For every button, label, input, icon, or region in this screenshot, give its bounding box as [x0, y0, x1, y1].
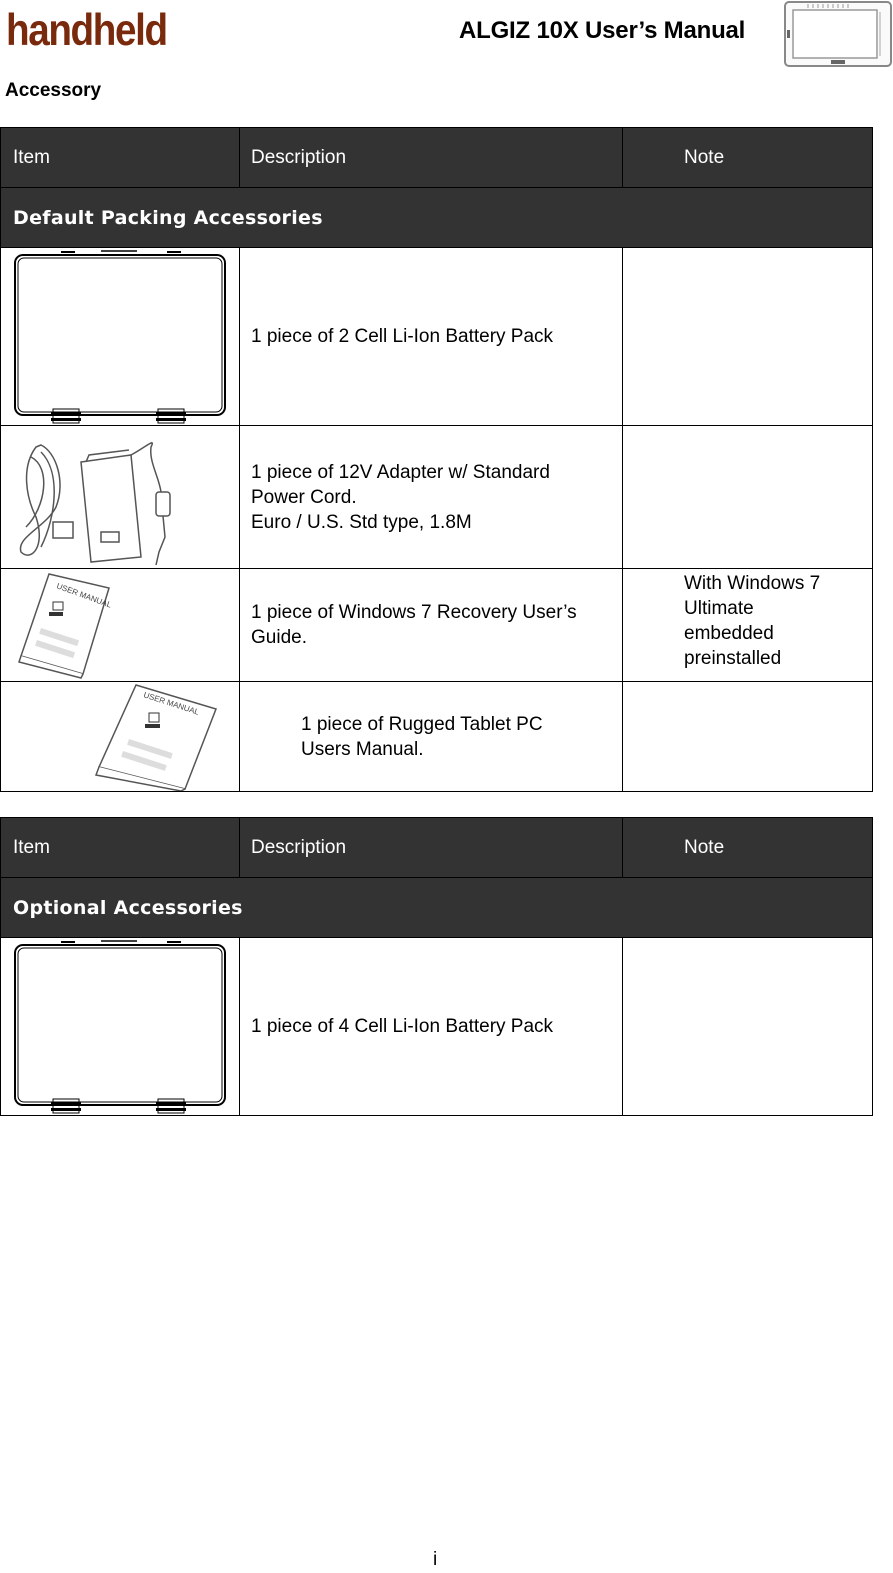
- battery-pack-icon: [1, 249, 239, 425]
- item-image-cell: [0, 425, 240, 569]
- group-label: Optional Accessories: [0, 877, 873, 938]
- brand-logo: handheld: [6, 4, 168, 55]
- table-header-row: Item Description Note: [0, 817, 873, 878]
- note-line: With Windows 7: [684, 573, 821, 594]
- item-note: [622, 425, 873, 569]
- optional-accessories-table: Item Description Note Optional Accessori…: [0, 817, 873, 1116]
- column-header-item: Item: [0, 817, 240, 878]
- item-description: 1 piece of Windows 7 Recovery User’s Gui…: [239, 568, 623, 682]
- description-line: Euro / U.S. Std type, 1.8M: [251, 511, 472, 533]
- group-label: Default Packing Accessories: [0, 187, 873, 248]
- description-line: 1 piece of 12V Adapter w/ Standard: [251, 461, 550, 483]
- item-description: 1 piece of 4 Cell Li-Ion Battery Pack: [239, 937, 623, 1116]
- description-line: 1 piece of Rugged Tablet PC: [301, 713, 543, 735]
- user-manual-icon: USER MANUAL: [1, 683, 239, 791]
- item-image-cell: [0, 247, 240, 426]
- item-description: 1 piece of 2 Cell Li-Ion Battery Pack: [239, 247, 623, 426]
- item-image-cell: USER MANUAL: [0, 568, 240, 682]
- table-row: 1 piece of 4 Cell Li-Ion Battery Pack: [0, 937, 873, 1116]
- item-image-cell: [0, 937, 240, 1116]
- item-description: 1 piece of Rugged Tablet PC Users Manual…: [239, 681, 623, 792]
- description-line: Users Manual.: [301, 738, 424, 760]
- item-image-cell: USER MANUAL: [0, 681, 240, 792]
- column-header-note: Note: [622, 127, 873, 188]
- column-header-description: Description: [239, 817, 623, 878]
- page-number: i: [433, 1549, 438, 1570]
- note-line: preinstalled: [684, 648, 782, 669]
- battery-pack-icon: [1, 939, 239, 1115]
- group-row: Default Packing Accessories: [0, 187, 873, 248]
- note-line: embedded: [684, 623, 774, 644]
- default-accessories-table: Item Description Note Default Packing Ac…: [0, 127, 873, 792]
- column-header-item: Item: [0, 127, 240, 188]
- document-title: ALGIZ 10X User’s Manual: [459, 17, 746, 44]
- tablet-device-icon: [783, 0, 893, 70]
- item-note: [622, 681, 873, 792]
- group-row: Optional Accessories: [0, 877, 873, 938]
- item-note: [622, 937, 873, 1116]
- column-header-note: Note: [622, 817, 873, 878]
- section-title: Accessory: [5, 80, 102, 101]
- table-row: USER MANUAL 1 piece of Rugged Tablet PC …: [0, 681, 873, 792]
- column-header-description: Description: [239, 127, 623, 188]
- table-row: 1 piece of 2 Cell Li-Ion Battery Pack: [0, 247, 873, 426]
- table-row: 1 piece of 12V Adapter w/ Standard Power…: [0, 425, 873, 569]
- description-line: Power Cord.: [251, 486, 357, 508]
- item-note: [622, 247, 873, 426]
- table-row: USER MANUAL 1 piece of Windows 7 Recover…: [0, 568, 873, 682]
- power-adapter-icon: [1, 427, 239, 568]
- item-description: 1 piece of 12V Adapter w/ Standard Power…: [239, 425, 623, 569]
- note-line: Ultimate: [684, 598, 754, 619]
- table-header-row: Item Description Note: [0, 127, 873, 188]
- item-note: With Windows 7 Ultimate embedded preinst…: [622, 568, 873, 682]
- user-manual-icon: USER MANUAL: [1, 570, 239, 680]
